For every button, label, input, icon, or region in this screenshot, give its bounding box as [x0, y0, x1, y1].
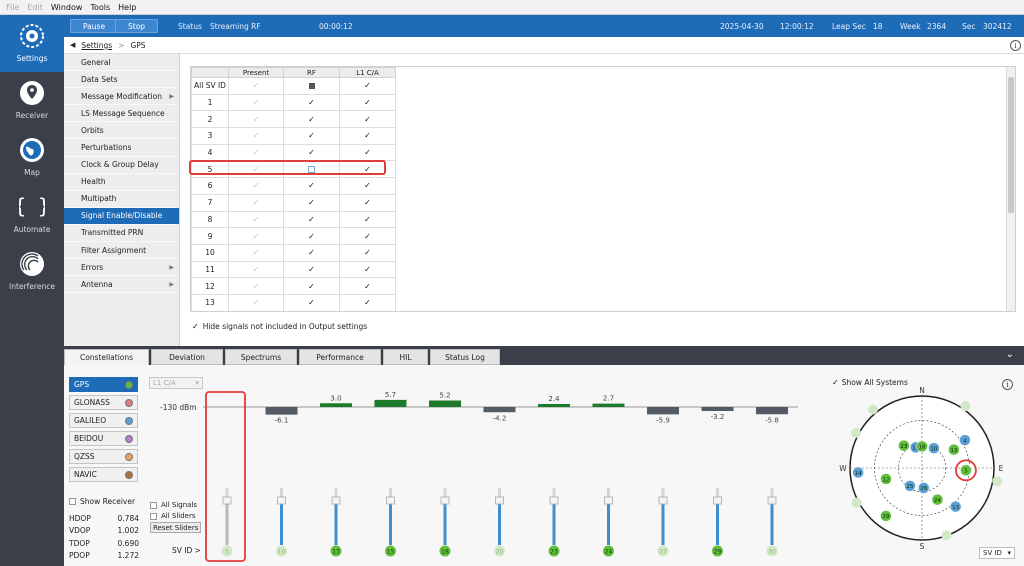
satellite-marker-dim — [867, 404, 878, 415]
satellite-id: 13 — [952, 505, 959, 511]
satellite-id: 4 — [963, 438, 967, 444]
satellite-id: 10 — [930, 446, 937, 452]
satellite-marker-dim — [960, 401, 971, 412]
sky-south-label: S — [920, 542, 925, 551]
satellite-marker-dim — [941, 530, 952, 541]
satellite-id: 24 — [934, 498, 941, 504]
satellite-id: 13 — [950, 448, 957, 454]
satellite-id: 14 — [855, 471, 862, 477]
satellite-id: 5 — [964, 469, 968, 475]
sky-east-label: E — [999, 464, 1004, 473]
sv-id-select-value: SV ID — [983, 549, 1002, 557]
sky-west-label: W — [839, 464, 847, 473]
sky-plot: NSEW23 15 101813451425 2624291312 — [839, 386, 1004, 551]
satellite-id: 12 — [883, 477, 890, 483]
sky-north-label: N — [919, 386, 925, 395]
satellite-id: 26 — [920, 486, 927, 492]
satellite-marker-dim — [992, 476, 1003, 487]
satellite-id: 18 — [919, 445, 926, 451]
chevron-down-icon: ▾ — [1007, 549, 1011, 557]
satellite-marker-dim — [850, 427, 861, 438]
satellite-id: 29 — [882, 514, 889, 520]
satellite-id: 25 — [906, 484, 913, 490]
satellite-id: 23 — [900, 444, 907, 450]
sv-id-select[interactable]: SV ID ▾ — [979, 547, 1015, 559]
satellite-marker-dim — [851, 497, 862, 508]
